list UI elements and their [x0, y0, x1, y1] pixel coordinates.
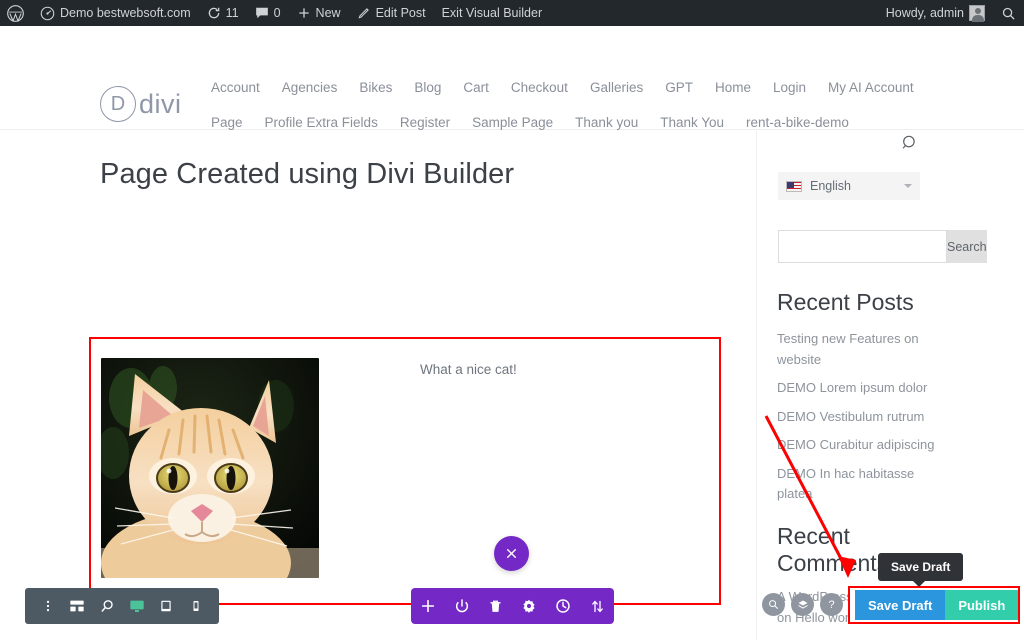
wordpress-logo-icon [7, 4, 24, 22]
wireframe-view-icon[interactable] [66, 595, 88, 617]
sidebar-search-form: Search [778, 230, 987, 263]
sidebar-search-toggle[interactable] [901, 134, 920, 158]
wp-admin-bar: Demo bestwebsoft.com 11 0 New Edit Post [0, 0, 1024, 26]
widget-recent-posts: Recent Posts Testing new Features on web… [777, 289, 953, 513]
admin-bar-updates[interactable]: 11 [199, 0, 247, 26]
nav-item-login[interactable]: Login [762, 70, 817, 105]
zoom-out-view-icon[interactable] [96, 595, 118, 617]
nav-item-checkout[interactable]: Checkout [500, 70, 579, 105]
dashboard-icon [40, 6, 55, 21]
main-content: Page Created using Divi Builder What a n… [0, 131, 756, 640]
nav-item-bikes[interactable]: Bikes [348, 70, 403, 105]
phone-view-icon[interactable] [185, 595, 207, 617]
admin-bar-updates-count: 11 [225, 6, 239, 20]
tablet-view-icon[interactable] [155, 595, 177, 617]
publish-button[interactable]: Publish [945, 590, 1019, 620]
close-icon [507, 549, 516, 558]
cat-photo [101, 358, 319, 578]
save-draft-tooltip: Save Draft [878, 553, 964, 587]
desktop-view-icon[interactable] [126, 595, 148, 617]
avatar [969, 5, 985, 22]
admin-bar-new[interactable]: New [289, 0, 349, 26]
admin-bar-comments[interactable]: 0 [247, 0, 289, 26]
admin-bar-comments-count: 0 [273, 6, 281, 20]
us-flag-icon [786, 180, 802, 192]
recent-posts-list: Testing new Features on website DEMO Lore… [777, 329, 953, 505]
page-title: Page Created using Divi Builder [100, 158, 515, 190]
builder-view-toolbar [25, 588, 219, 624]
sort-arrows-icon[interactable] [586, 595, 608, 617]
search-icon [902, 135, 915, 149]
admin-bar-exit-label: Exit Visual Builder [441, 6, 543, 20]
plus-icon [297, 6, 311, 20]
site-header: D divi Account Agencies Bikes Blog Cart Check… [0, 26, 1024, 165]
recent-post-link[interactable]: DEMO Lorem ipsum dolor [777, 378, 953, 399]
admin-bar-new-label: New [315, 6, 341, 20]
power-toggle-icon[interactable] [451, 595, 473, 617]
admin-bar-wordpress-logo[interactable] [0, 0, 32, 26]
language-label: English [810, 179, 851, 193]
admin-bar-howdy[interactable]: Howdy, admin [879, 0, 993, 26]
divi-logo-icon: D [100, 86, 136, 122]
image-caption: What a nice cat! [420, 362, 517, 377]
admin-bar-exit-visual-builder[interactable]: Exit Visual Builder [434, 0, 551, 26]
add-module-icon[interactable] [417, 595, 439, 617]
nav-item-agencies[interactable]: Agencies [271, 70, 349, 105]
search-input[interactable] [778, 230, 947, 263]
nav-item-gpt[interactable]: GPT [654, 70, 704, 105]
builder-action-buttons: Save Draft Publish [855, 590, 1019, 620]
recent-post-link[interactable]: DEMO Curabitur adipiscing [777, 435, 953, 456]
language-selector[interactable]: English [778, 172, 920, 200]
nav-item-blog[interactable]: Blog [403, 70, 452, 105]
updates-icon [207, 6, 221, 20]
nav-row-1: Account Agencies Bikes Blog Cart Checkout Gall… [200, 70, 960, 105]
admin-bar-howdy-label: Howdy, admin [885, 6, 964, 20]
admin-bar-search[interactable] [993, 0, 1024, 26]
more-options-icon[interactable] [37, 595, 59, 617]
nav-item-galleries[interactable]: Galleries [579, 70, 654, 105]
save-draft-button[interactable]: Save Draft [855, 590, 946, 620]
recent-post-link[interactable]: DEMO In hac habitasse platea [777, 464, 953, 505]
nav-item-my-ai-account[interactable]: My AI Account [817, 70, 925, 105]
zoom-icon[interactable] [762, 593, 785, 616]
cat-photo-svg [101, 358, 319, 578]
search-icon [1001, 6, 1016, 21]
help-icon[interactable]: ? [820, 593, 843, 616]
recent-post-link[interactable]: Testing new Features on website [777, 329, 953, 370]
admin-bar-edit-post[interactable]: Edit Post [349, 0, 434, 26]
nav-item-home[interactable]: Home [704, 70, 762, 105]
comment-bubble-icon [255, 6, 269, 20]
nav-item-cart[interactable]: Cart [452, 70, 500, 105]
admin-bar-right: Howdy, admin [879, 0, 1024, 26]
builder-main-toolbar [411, 588, 614, 624]
pencil-icon [357, 6, 371, 20]
history-clock-icon[interactable] [552, 595, 574, 617]
admin-bar-edit-post-label: Edit Post [375, 6, 426, 20]
settings-gear-icon[interactable] [518, 595, 540, 617]
admin-bar-site-name[interactable]: Demo bestwebsoft.com [32, 0, 199, 26]
recent-posts-title: Recent Posts [777, 289, 914, 315]
trash-icon[interactable] [485, 595, 507, 617]
builder-round-icon-group: ? [762, 593, 843, 616]
site-logo-text: divi [139, 88, 182, 119]
close-builder-button[interactable] [494, 536, 529, 571]
search-button[interactable]: Search [947, 230, 987, 263]
nav-item-account[interactable]: Account [200, 70, 271, 105]
site-logo[interactable]: D divi [100, 86, 182, 122]
page-root: Demo bestwebsoft.com 11 0 New Edit Post [0, 0, 1024, 640]
layers-icon[interactable] [791, 593, 814, 616]
recent-post-link[interactable]: DEMO Vestibulum rutrum [777, 407, 953, 428]
admin-bar-site-name-label: Demo bestwebsoft.com [60, 6, 191, 20]
chevron-down-icon [904, 184, 912, 188]
